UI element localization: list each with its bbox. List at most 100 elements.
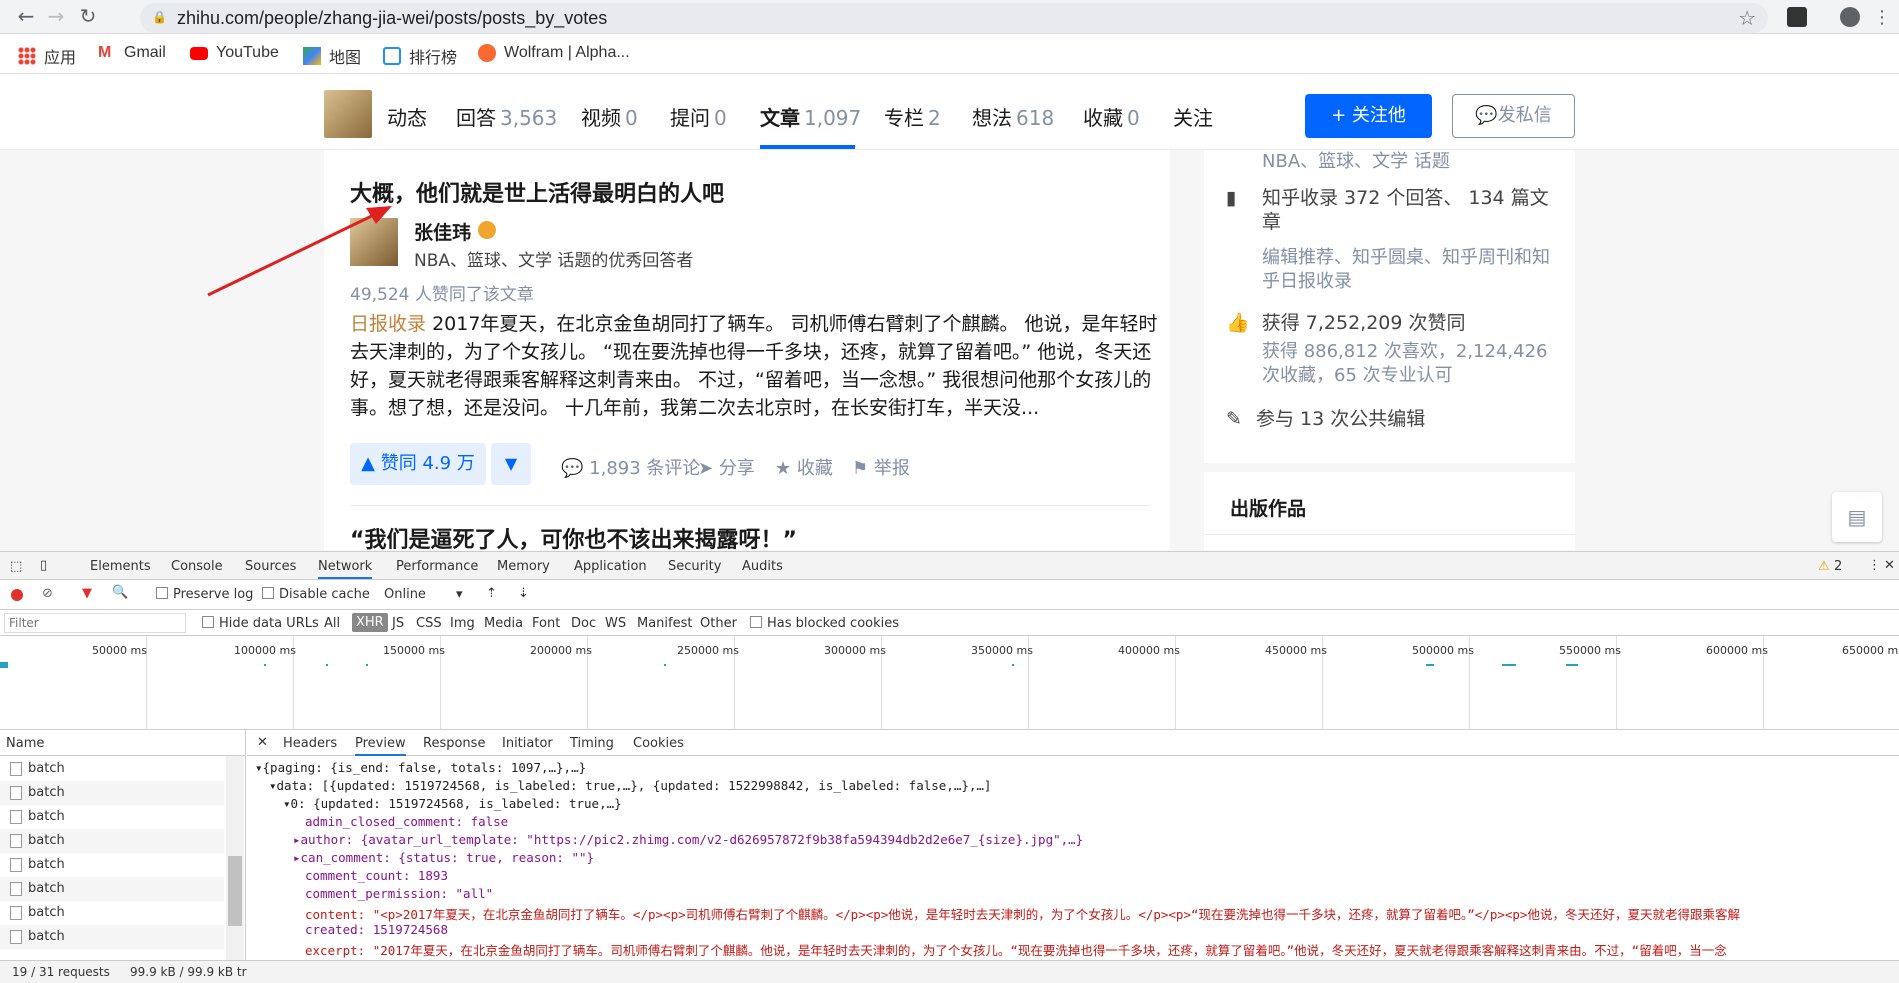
name-column-header[interactable]: Name <box>0 730 246 756</box>
author-avatar[interactable] <box>350 218 398 266</box>
tab-videos[interactable]: 视频 0 <box>581 102 638 131</box>
tab-initiator[interactable]: Initiator <box>502 736 553 751</box>
tab-elements[interactable]: Elements <box>90 559 151 574</box>
type-ws[interactable]: WS <box>605 616 626 631</box>
blocked-cookies-checkbox[interactable]: Has blocked cookies <box>750 616 899 631</box>
share-button[interactable]: ➤ 分享 <box>698 454 755 480</box>
comments-button[interactable]: 💬 1,893 条评论 <box>561 454 700 480</box>
preserve-log-checkbox[interactable]: Preserve log <box>156 587 253 602</box>
bookmark-ranking[interactable]: 排行榜 <box>383 44 457 68</box>
collected-sub[interactable]: 编辑推荐、知乎圆桌、知乎周刊和知乎日报收录 <box>1262 246 1552 294</box>
type-other[interactable]: Other <box>700 616 737 631</box>
type-all[interactable]: All <box>324 616 340 631</box>
json-line[interactable]: ▸can_comment: {status: true, reason: ""} <box>293 850 594 865</box>
inspect-icon[interactable]: ⬚ <box>10 559 22 574</box>
json-line[interactable]: ▾0: {updated: 1519724568, is_labeled: tr… <box>283 796 622 811</box>
filter-input[interactable] <box>4 613 186 633</box>
checkbox[interactable] <box>262 587 274 599</box>
tab-sources[interactable]: Sources <box>245 559 296 574</box>
tab-audits[interactable]: Audits <box>742 559 783 574</box>
close-icon[interactable]: ✕ <box>1884 558 1895 573</box>
tab-pins[interactable]: 想法 618 <box>972 102 1054 131</box>
clear-icon[interactable]: ⊘ <box>42 586 53 601</box>
type-font[interactable]: Font <box>532 616 560 631</box>
upvote-button[interactable]: ▲ 赞同 4.9 万 <box>350 443 486 485</box>
next-article-title[interactable]: “我们是逼死了人，可你也不该出来揭露呀！” <box>350 522 797 554</box>
follow-button[interactable]: + 关注他 <box>1305 94 1432 138</box>
reload-icon[interactable]: ↻ <box>76 5 100 29</box>
filter-icon[interactable]: ▼ <box>82 586 92 601</box>
bookmark-youtube[interactable]: YouTube <box>190 44 279 62</box>
search-icon[interactable]: 🔍 <box>112 585 128 600</box>
import-icon[interactable]: ⇡ <box>486 586 497 601</box>
record-icon[interactable] <box>11 589 23 601</box>
avatar[interactable] <box>324 90 372 138</box>
tab-answers[interactable]: 回答 3,563 <box>456 102 557 131</box>
menu-kebab-icon[interactable]: ⋮ <box>1872 7 1892 28</box>
tab-application[interactable]: Application <box>574 559 647 574</box>
list-item[interactable]: batch <box>0 877 224 901</box>
type-manifest[interactable]: Manifest <box>637 616 692 631</box>
tab-timing[interactable]: Timing <box>570 736 614 751</box>
tab-response[interactable]: Response <box>423 736 485 751</box>
collect-button[interactable]: ★ 收藏 <box>775 454 833 480</box>
forward-icon[interactable]: → <box>44 5 68 29</box>
tab-console[interactable]: Console <box>171 559 223 574</box>
tab-preview[interactable]: Preview <box>355 736 406 756</box>
back-icon[interactable]: ← <box>14 5 38 29</box>
daily-tag[interactable]: 日报收录 <box>350 313 426 335</box>
type-media[interactable]: Media <box>484 616 523 631</box>
list-item[interactable]: batch <box>0 781 224 805</box>
topics-text[interactable]: NBA、篮球、文学 话题 <box>1262 150 1450 174</box>
list-item[interactable]: batch <box>0 925 224 949</box>
tab-collections[interactable]: 收藏 0 <box>1083 102 1140 131</box>
bookmark-apps[interactable]: 应用 <box>18 44 76 68</box>
tab-performance[interactable]: Performance <box>396 559 478 574</box>
list-item[interactable]: batch <box>0 901 224 925</box>
author-name[interactable]: 张佳玮 <box>414 218 471 245</box>
json-line[interactable]: ▾data: [{updated: 1519724568, is_labeled… <box>269 778 991 793</box>
close-icon[interactable]: ✕ <box>257 735 268 750</box>
type-img[interactable]: Img <box>450 616 475 631</box>
list-item[interactable]: batch <box>0 853 224 877</box>
hide-data-urls-checkbox[interactable]: Hide data URLs <box>202 616 319 631</box>
list-item[interactable]: batch <box>0 757 224 781</box>
tab-articles[interactable]: 文章 1,097 <box>760 102 861 131</box>
downvote-button[interactable]: ▼ <box>491 443 531 485</box>
tab-questions[interactable]: 提问 0 <box>670 102 727 131</box>
type-css[interactable]: CSS <box>416 616 442 631</box>
tab-network[interactable]: Network <box>318 559 373 579</box>
devtools-menu-icon[interactable]: ⋮ <box>1868 558 1881 573</box>
tab-activity[interactable]: 动态 <box>387 102 427 131</box>
profile-avatar-icon[interactable] <box>1840 7 1860 27</box>
checkbox[interactable] <box>750 616 762 628</box>
bookmark-star-icon[interactable]: ☆ <box>1738 6 1756 30</box>
tab-following[interactable]: 关注 <box>1173 102 1213 131</box>
report-button[interactable]: ⚑ 举报 <box>852 454 910 480</box>
message-button[interactable]: 💬发私信 <box>1452 94 1575 138</box>
disable-cache-checkbox[interactable]: Disable cache <box>262 587 370 602</box>
address-bar[interactable]: 🔒 zhihu.com/people/zhang-jia-wei/posts/p… <box>140 3 1768 33</box>
tab-cookies[interactable]: Cookies <box>633 736 684 751</box>
warning-icon[interactable]: ⚠ <box>1818 559 1830 574</box>
tab-columns[interactable]: 专栏 2 <box>884 102 941 131</box>
checkbox[interactable] <box>156 587 168 599</box>
article-excerpt[interactable]: 日报收录 2017年夏天，在北京金鱼胡同打了辆车。 司机师傅右臂刺了个麒麟。 他… <box>350 310 1170 422</box>
device-toggle-icon[interactable]: ▯ <box>40 558 47 573</box>
bookmark-wolfram[interactable]: Wolfram | Alpha... <box>478 44 630 62</box>
tab-security[interactable]: Security <box>668 559 721 574</box>
bookmark-maps[interactable]: 地图 <box>303 44 361 68</box>
type-js[interactable]: JS <box>392 616 404 631</box>
scrollbar[interactable] <box>226 756 244 960</box>
type-xhr[interactable]: XHR <box>352 613 388 632</box>
article-title[interactable]: 大概，他们就是世上活得最明白的人吧 <box>350 176 724 208</box>
warning-count[interactable]: 2 <box>1834 559 1842 574</box>
feedback-icon[interactable]: ▤ <box>1832 492 1882 542</box>
list-item[interactable]: batch <box>0 829 224 853</box>
export-icon[interactable]: ⇣ <box>518 586 529 601</box>
bookmark-gmail[interactable]: M Gmail <box>98 44 166 62</box>
list-item[interactable]: batch <box>0 805 224 829</box>
checkbox[interactable] <box>202 616 214 628</box>
scrollbar-thumb[interactable] <box>228 856 242 926</box>
extension-icon[interactable] <box>1787 7 1807 27</box>
